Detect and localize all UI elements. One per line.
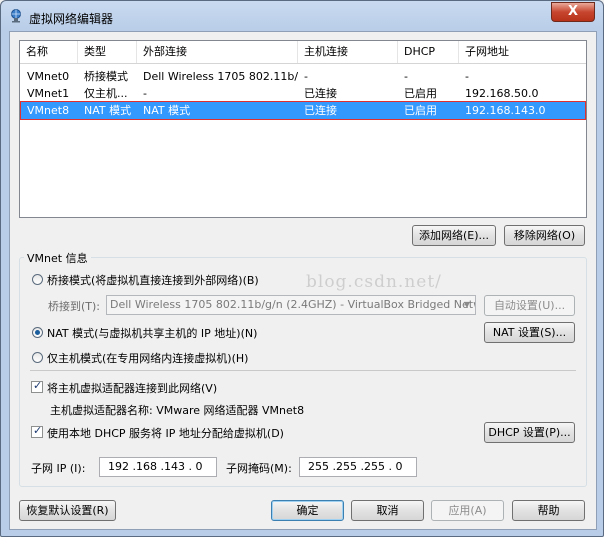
connect-host-adapter-checkbox[interactable]: ✓ (31, 379, 43, 393)
vmnet-info-label: VMnet 信息 (24, 250, 91, 266)
cell-name: VMnet8 (27, 104, 70, 117)
cell-external: NAT 模式 (143, 104, 191, 117)
help-button[interactable]: 帮助 (512, 500, 585, 521)
checkmark-icon: ✓ (33, 424, 43, 437)
host-only-radio[interactable] (32, 352, 43, 363)
watermark: blog.csdn.net/ (306, 272, 442, 292)
apply-button[interactable]: 应用(A) (431, 500, 504, 521)
column-header-external[interactable]: 外部连接 (137, 41, 298, 63)
column-header-host[interactable]: 主机连接 (298, 41, 398, 63)
cell-type: 仅主机... (84, 87, 128, 100)
dialog-body: 名称 类型 外部连接 主机连接 DHCP 子网地址 VMnet0 桥接模式 De… (9, 31, 597, 530)
cell-dhcp: 已启用 (404, 104, 437, 117)
table-row[interactable]: VMnet1 仅主机... - 已连接 已启用 192.168.50.0 (21, 85, 585, 102)
subnet-mask-label: 子网掩码(M): (226, 462, 292, 475)
subnet-mask-field[interactable]: 255 .255 .255 . 0 (299, 457, 417, 477)
cell-type: 桥接模式 (84, 70, 128, 83)
add-network-button[interactable]: 添加网络(E)... (412, 225, 496, 246)
chevron-down-icon: ▼ (463, 300, 471, 309)
connect-host-adapter-label[interactable]: 将主机虚拟适配器连接到此网络(V) (47, 380, 217, 396)
column-header-subnet[interactable]: 子网地址 (459, 41, 586, 63)
cell-dhcp: 已启用 (404, 87, 437, 100)
restore-defaults-button[interactable]: 恢复默认设置(R) (19, 500, 116, 521)
window-title: 虚拟网络编辑器 (29, 12, 114, 26)
bridge-to-select[interactable]: Dell Wireless 1705 802.11b/g/n (2.4GHZ) … (106, 295, 476, 315)
close-icon: X (567, 4, 579, 19)
host-only-label[interactable]: 仅主机模式(在专用网络内连接虚拟机)(H) (47, 350, 248, 366)
list-header: 名称 类型 外部连接 主机连接 DHCP 子网地址 (20, 41, 586, 64)
adapter-name-text: 主机虚拟适配器名称: VMware 网络适配器 VMnet8 (50, 404, 305, 417)
nat-settings-button[interactable]: NAT 设置(S)... (484, 322, 575, 343)
column-header-dhcp[interactable]: DHCP (398, 41, 459, 63)
network-globe-icon (11, 9, 21, 23)
cell-host: 已连接 (304, 87, 337, 100)
dhcp-settings-button[interactable]: DHCP 设置(P)... (484, 422, 575, 443)
cell-host: - (304, 70, 308, 83)
column-header-type[interactable]: 类型 (78, 41, 137, 63)
cell-external: Dell Wireless 1705 802.11b/... (143, 70, 298, 83)
auto-settings-button[interactable]: 自动设置(U)... (484, 295, 575, 316)
checkmark-icon: ✓ (33, 379, 43, 392)
bridge-mode-radio[interactable] (32, 274, 43, 285)
cell-name: VMnet0 (27, 70, 70, 83)
use-dhcp-checkbox[interactable]: ✓ (31, 424, 43, 438)
virtual-network-editor-window: 虚拟网络编辑器 X 名称 类型 外部连接 主机连接 DHCP 子网地址 VMne… (0, 0, 604, 537)
close-button[interactable]: X (551, 2, 595, 22)
remove-network-button[interactable]: 移除网络(O) (504, 225, 585, 246)
bridge-to-value: Dell Wireless 1705 802.11b/g/n (2.4GHZ) … (110, 298, 475, 311)
table-row-selected[interactable]: VMnet8 NAT 模式 NAT 模式 已连接 已启用 192.168.143… (20, 101, 586, 120)
cell-dhcp: - (404, 70, 408, 83)
cell-subnet: 192.168.50.0 (465, 87, 539, 100)
cell-subnet: 192.168.143.0 (465, 104, 546, 117)
subnet-ip-field[interactable]: 192 .168 .143 . 0 (99, 457, 217, 477)
nat-mode-label[interactable]: NAT 模式(与虚拟机共享主机的 IP 地址)(N) (47, 325, 257, 341)
column-header-name[interactable]: 名称 (20, 41, 78, 63)
network-list[interactable]: 名称 类型 外部连接 主机连接 DHCP 子网地址 VMnet0 桥接模式 De… (19, 40, 587, 218)
ok-button[interactable]: 确定 (271, 500, 344, 521)
divider (30, 370, 576, 371)
bridge-to-label: 桥接到(T): (48, 300, 101, 313)
cell-external: - (143, 87, 147, 100)
table-row[interactable]: VMnet0 桥接模式 Dell Wireless 1705 802.11b/.… (21, 68, 585, 85)
use-dhcp-label[interactable]: 使用本地 DHCP 服务将 IP 地址分配给虚拟机(D) (47, 425, 284, 441)
bridge-mode-label[interactable]: 桥接模式(将虚拟机直接连接到外部网络)(B) (47, 272, 259, 288)
subnet-ip-label: 子网 IP (I): (31, 462, 86, 475)
title-bar[interactable]: 虚拟网络编辑器 X (1, 1, 603, 31)
cell-subnet: - (465, 70, 469, 83)
nat-mode-radio[interactable] (32, 327, 43, 338)
vmnet-info-group (19, 257, 587, 487)
cell-name: VMnet1 (27, 87, 70, 100)
cancel-button[interactable]: 取消 (351, 500, 424, 521)
cell-host: 已连接 (304, 104, 337, 117)
cell-type: NAT 模式 (84, 104, 132, 117)
